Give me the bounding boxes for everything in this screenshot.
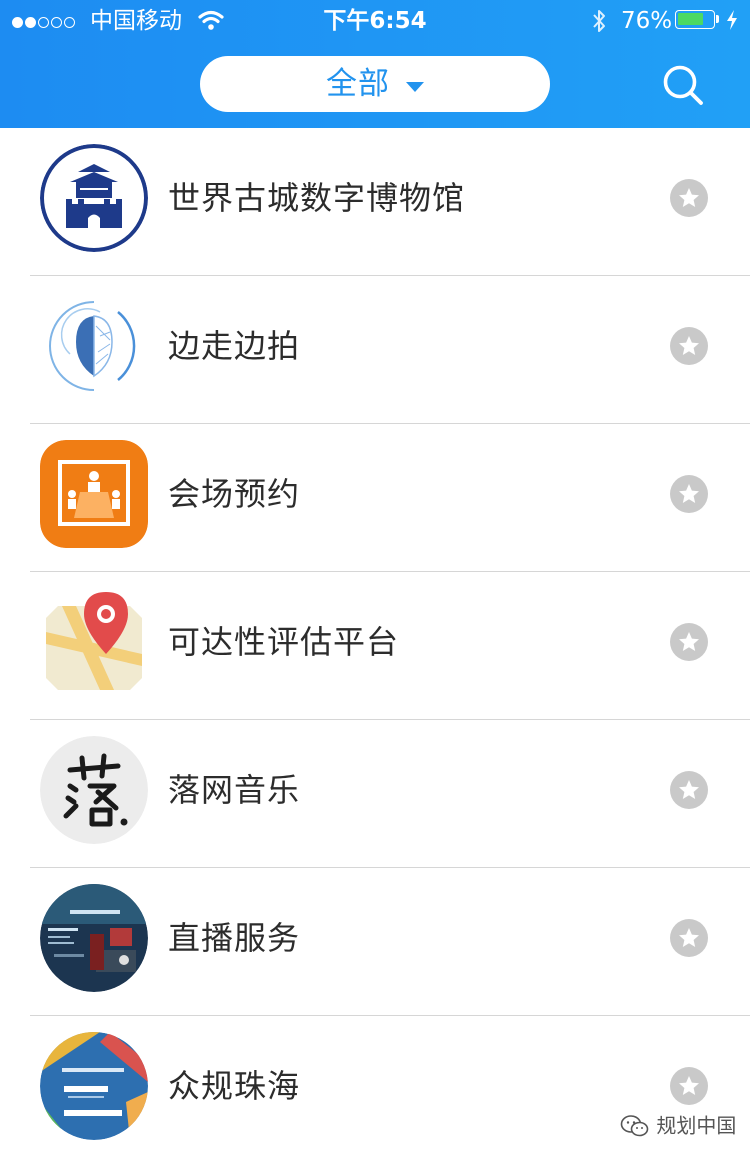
list-item[interactable]: 直播服务 (0, 868, 750, 1016)
battery-level-fill (678, 13, 703, 25)
battery-percent: 76% (621, 8, 673, 34)
app-name: 世界古城数字博物馆 (168, 179, 466, 217)
app-name: 可达性评估平台 (168, 623, 400, 661)
ancient-gate-tower-icon (40, 144, 148, 252)
star-icon (679, 632, 699, 651)
favorite-star-button[interactable] (670, 1067, 708, 1105)
category-filter-dropdown[interactable]: 全部 (200, 56, 550, 112)
app-list: 世界古城数字博物馆 边走边拍 会场预约 可达性评估平台 落网音乐 直播服务 众规… (0, 128, 750, 1164)
favorite-star-button[interactable] (670, 179, 708, 217)
list-item[interactable]: 会场预约 (0, 424, 750, 572)
wechat-icon (620, 1114, 649, 1136)
list-item[interactable]: 世界古城数字博物馆 (0, 128, 750, 276)
favorite-star-button[interactable] (670, 623, 708, 661)
watermark: 规划中国 (620, 1110, 736, 1140)
meeting-room-icon (40, 440, 148, 548)
data-reporting-thumbnail-icon (40, 1032, 148, 1140)
app-name: 会场预约 (168, 475, 301, 513)
status-bar: 中国移动 下午6:54 76% (0, 0, 750, 42)
watermark-text: 规划中国 (656, 1113, 737, 1138)
bluetooth-icon (593, 10, 605, 32)
star-icon (679, 188, 699, 207)
search-icon[interactable] (660, 62, 706, 108)
app-name: 边走边拍 (168, 327, 301, 365)
live-broadcast-thumbnail-icon (40, 884, 148, 992)
face-scan-icon (40, 292, 148, 400)
app-name: 落网音乐 (168, 771, 301, 809)
star-icon (679, 780, 699, 799)
list-item[interactable]: 落网音乐 (0, 720, 750, 868)
charging-bolt-icon (727, 10, 737, 30)
battery-icon (675, 10, 715, 29)
favorite-star-button[interactable] (670, 327, 708, 365)
calligraphy-luo-icon (40, 736, 148, 844)
filter-label: 全部 (326, 66, 390, 102)
map-pin-icon (40, 588, 148, 696)
star-icon (679, 1076, 699, 1095)
favorite-star-button[interactable] (670, 919, 708, 957)
list-item[interactable]: 众规珠海 (0, 1016, 750, 1164)
chevron-down-icon (406, 81, 424, 92)
app-name: 众规珠海 (168, 1067, 301, 1105)
list-item[interactable]: 可达性评估平台 (0, 572, 750, 720)
favorite-star-button[interactable] (670, 771, 708, 809)
star-icon (679, 484, 699, 503)
app-name: 直播服务 (168, 919, 301, 957)
top-bar: 中国移动 下午6:54 76% 全部 (0, 0, 750, 128)
star-icon (679, 928, 699, 947)
star-icon (679, 336, 699, 355)
list-item[interactable]: 边走边拍 (0, 276, 750, 424)
favorite-star-button[interactable] (670, 475, 708, 513)
